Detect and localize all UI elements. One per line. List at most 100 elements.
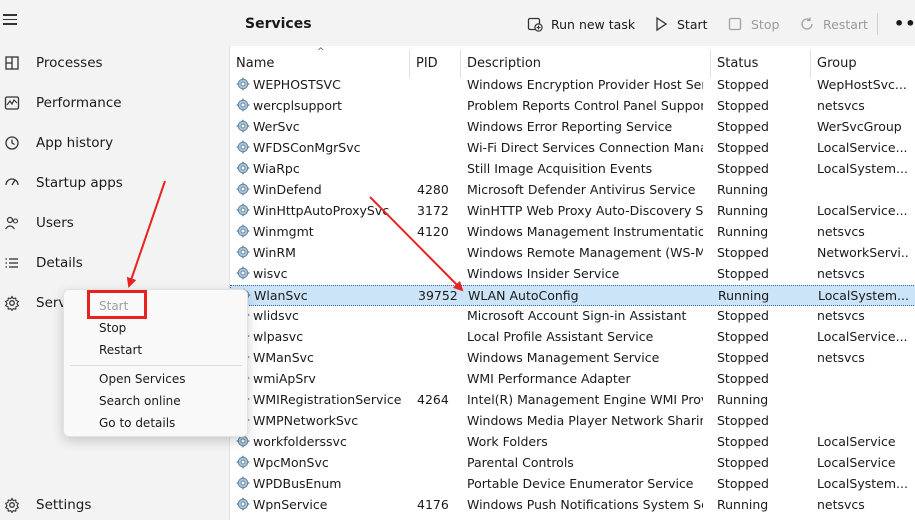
settings-gear-icon xyxy=(3,497,21,513)
status-cell: Stopped xyxy=(717,161,769,176)
details-icon xyxy=(3,255,21,271)
status-cell: Stopped xyxy=(717,266,769,281)
table-row[interactable]: Winmgmt 4120 Windows Management Instrument… xyxy=(230,222,915,243)
header-toolbar: Services Run new task Start Stop Restart… xyxy=(229,0,915,46)
service-name-cell: WFDSConMgrSvc xyxy=(236,140,411,155)
table-row[interactable]: WMPNetworkSvc Windows Media Player Networ… xyxy=(230,411,915,432)
pid-cell: 4176 xyxy=(417,497,449,512)
sidebar-item-users[interactable]: Users xyxy=(0,206,229,240)
status-cell: Stopped xyxy=(717,476,769,491)
description-cell: WMI Performance Adapter xyxy=(467,371,631,386)
run-new-task-icon xyxy=(527,16,543,32)
table-row[interactable]: WpnService 4176 Windows Push Notifications… xyxy=(230,495,915,516)
column-header-status[interactable]: Status xyxy=(711,50,811,78)
table-row[interactable]: WEPHOSTSVC Windows Encryption Provider Ho… xyxy=(230,75,915,96)
table-row[interactable]: WerSvc Windows Error Reporting Service Sto… xyxy=(230,117,915,138)
pid-cell: 4280 xyxy=(417,182,449,197)
context-menu-search-online[interactable]: Search online xyxy=(99,394,181,408)
sidebar-item-label: Processes xyxy=(36,55,103,71)
table-row[interactable]: wisvc Windows Insider Service Stopped netsv… xyxy=(230,264,915,285)
description-cell: Wi-Fi Direct Services Connection Mana... xyxy=(467,140,703,155)
users-icon xyxy=(3,215,21,231)
table-row[interactable]: wlpasvc Local Profile Assistant Service St… xyxy=(230,327,915,348)
status-cell: Stopped xyxy=(717,140,769,155)
table-row[interactable]: WpcMonSvc Parental Controls Stopped LocalSe… xyxy=(230,453,915,474)
service-name-cell: wmiApSrv xyxy=(236,371,411,386)
service-name-cell: wisvc xyxy=(236,266,411,281)
start-highlight-box xyxy=(87,290,147,319)
performance-icon xyxy=(3,95,21,111)
column-header-group[interactable]: Group xyxy=(811,50,915,78)
table-row[interactable]: WinDefend 4280 Microsoft Defender Antiviru… xyxy=(230,180,915,201)
table-row[interactable]: wlidsvc Microsoft Account Sign-in Assista… xyxy=(230,306,915,327)
status-cell: Running xyxy=(718,288,770,303)
sidebar-item-performance[interactable]: Performance xyxy=(0,86,229,120)
service-gear-icon xyxy=(236,182,250,196)
context-menu-open-services[interactable]: Open Services xyxy=(99,372,185,386)
table-row[interactable]: WlanSvc 39752 WLAN AutoConfig Running LocalS… xyxy=(230,285,915,306)
group-cell: netsvcs xyxy=(817,266,865,281)
status-cell: Running xyxy=(717,203,769,218)
table-row[interactable]: workfolderssvc Work Folders Stopped LocalSe… xyxy=(230,432,915,453)
service-name-cell: wercplsupport xyxy=(236,98,411,113)
column-header-description[interactable]: Description xyxy=(461,50,711,78)
run-new-task-button[interactable]: Run new task xyxy=(527,14,635,34)
hamburger-menu-icon[interactable] xyxy=(3,11,21,27)
table-row[interactable]: WFDSConMgrSvc Wi-Fi Direct Services Conne… xyxy=(230,138,915,159)
sidebar-item-settings[interactable]: Settings xyxy=(0,488,229,520)
context-menu-go-to-details[interactable]: Go to details xyxy=(99,416,175,430)
sidebar: Processes Performance App history Startu… xyxy=(0,0,229,520)
description-cell: WLAN AutoConfig xyxy=(468,288,579,303)
sidebar-item-label: Users xyxy=(36,215,74,231)
service-name-cell: WManSvc xyxy=(236,350,411,365)
status-cell: Running xyxy=(717,392,769,407)
group-cell: netsvcs xyxy=(817,497,865,512)
table-row[interactable]: WManSvc Windows Management Service Stopped… xyxy=(230,348,915,369)
table-row[interactable]: WiaRpc Still Image Acquisition Events Stop… xyxy=(230,159,915,180)
sidebar-item-details[interactable]: Details xyxy=(0,246,229,280)
description-cell: Microsoft Account Sign-in Assistant xyxy=(467,308,687,323)
column-header-pid[interactable]: PID xyxy=(410,50,461,78)
status-cell: Running xyxy=(717,182,769,197)
restart-button[interactable]: Restart xyxy=(799,14,868,34)
table-row[interactable]: wmiApSrv WMI Performance Adapter Stopped xyxy=(230,369,915,390)
service-name-cell: workfolderssvc xyxy=(236,434,411,449)
group-cell: WepHostSvc... xyxy=(817,77,907,92)
table-row[interactable]: WinHttpAutoProxySvc 3172 WinHTTP Web Proxy… xyxy=(230,201,915,222)
description-cell: Windows Media Player Network Sharin... xyxy=(467,413,703,428)
pid-cell: 4264 xyxy=(417,392,449,407)
context-menu-restart[interactable]: Restart xyxy=(99,343,142,357)
more-options-button[interactable]: ••• xyxy=(894,14,915,33)
sidebar-item-label: Serv xyxy=(36,295,67,311)
context-menu-stop[interactable]: Stop xyxy=(99,321,126,335)
description-cell: Windows Management Service xyxy=(467,350,660,365)
column-header-name[interactable]: ^ Name xyxy=(230,47,410,78)
service-name-cell: WerSvc xyxy=(236,119,411,134)
description-cell: Windows Error Reporting Service xyxy=(467,119,673,134)
start-button[interactable]: Start xyxy=(653,14,708,34)
table-row[interactable]: WMIRegistrationService 4264 Intel(R) Manag… xyxy=(230,390,915,411)
pid-cell: 39752 xyxy=(418,288,458,303)
description-cell: Parental Controls xyxy=(467,455,574,470)
sidebar-item-startup-apps[interactable]: Startup apps xyxy=(0,166,229,200)
run-new-task-label: Run new task xyxy=(551,16,636,32)
processes-icon xyxy=(3,55,21,71)
status-cell: Stopped xyxy=(717,119,769,134)
description-cell: Problem Reports Control Panel Support xyxy=(467,98,703,113)
table-row[interactable]: wercplsupport Problem Reports Control Pan… xyxy=(230,96,915,117)
table-row[interactable]: WinRM Windows Remote Management (WS-M... S… xyxy=(230,243,915,264)
sidebar-item-label: Performance xyxy=(36,95,122,111)
stop-icon xyxy=(727,16,743,32)
status-cell: Stopped xyxy=(717,98,769,113)
stop-button[interactable]: Stop xyxy=(727,14,779,34)
start-label: Start xyxy=(677,16,708,32)
sidebar-item-label: Settings xyxy=(36,497,92,513)
service-name-cell: WiaRpc xyxy=(236,161,411,176)
table-row[interactable]: WPDBusEnum Portable Device Enumerator Ser… xyxy=(230,474,915,495)
play-icon xyxy=(653,16,669,32)
group-cell: LocalSystem... xyxy=(818,288,909,303)
service-name-cell: WEPHOSTSVC xyxy=(236,77,411,92)
sidebar-item-app-history[interactable]: App history xyxy=(0,126,229,160)
sidebar-item-label: App history xyxy=(36,135,114,151)
sidebar-item-processes[interactable]: Processes xyxy=(0,46,229,80)
